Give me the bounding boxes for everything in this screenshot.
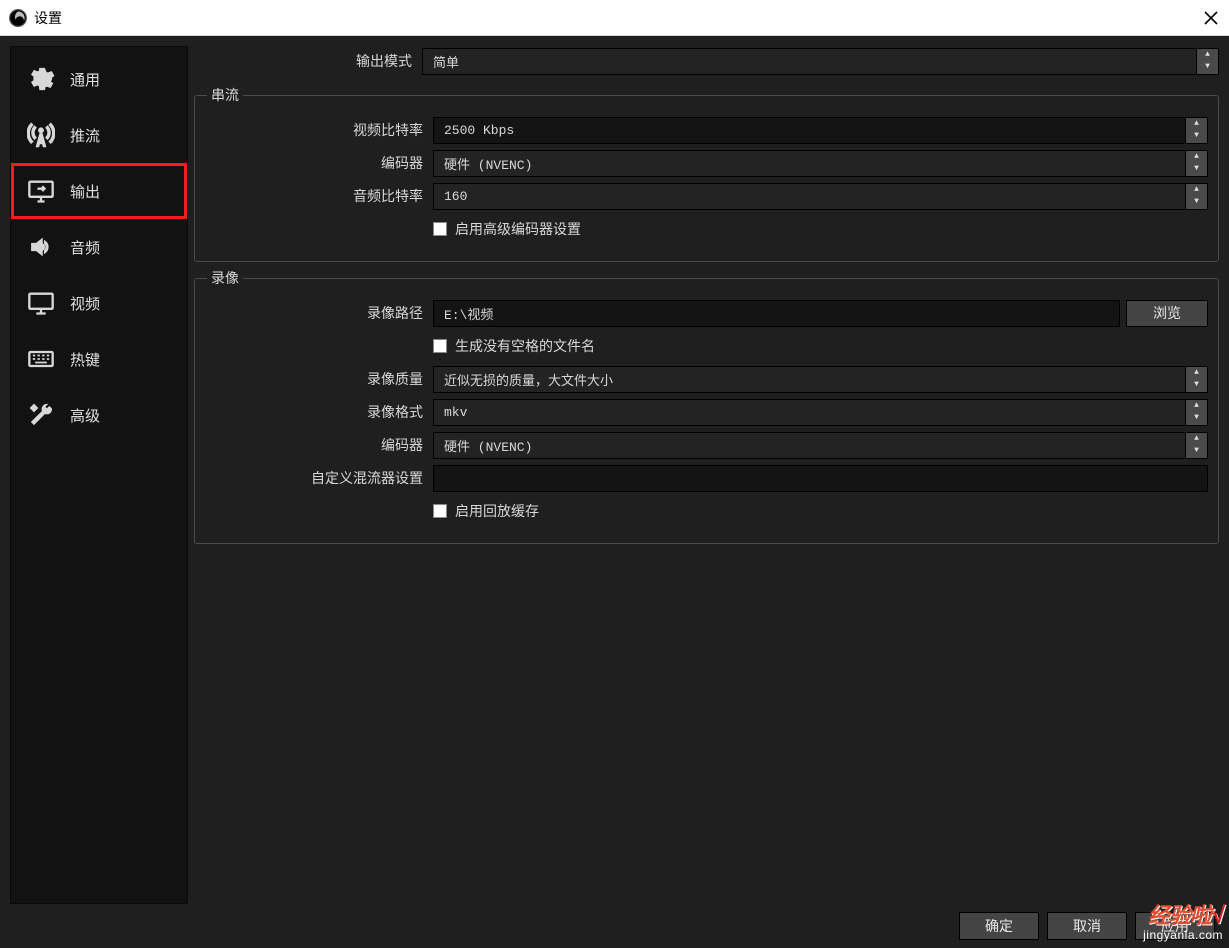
keyboard-icon: [26, 344, 56, 374]
select-value: mkv: [444, 405, 467, 420]
output-mode-label: 输出模式: [194, 51, 422, 71]
recording-format-select[interactable]: mkv ▲ ▼: [433, 399, 1208, 426]
encoder-select[interactable]: 硬件 (NVENC) ▲ ▼: [433, 150, 1208, 177]
checkbox-label: 生成没有空格的文件名: [455, 336, 595, 356]
output-mode-select[interactable]: 简单 ▲ ▼: [422, 48, 1219, 75]
monitor-output-icon: [26, 176, 56, 206]
sidebar-label: 高级: [70, 405, 100, 426]
chevron-down-icon[interactable]: ▼: [1197, 61, 1218, 74]
select-stepper[interactable]: ▲ ▼: [1185, 367, 1207, 392]
recording-encoder-label: 编码器: [205, 435, 433, 455]
checkbox-label: 启用高级编码器设置: [455, 219, 581, 239]
chevron-up-icon[interactable]: ▲: [1186, 151, 1207, 164]
sidebar-label: 通用: [70, 69, 100, 90]
select-stepper[interactable]: ▲ ▼: [1185, 433, 1207, 458]
apply-button[interactable]: 应用: [1135, 912, 1215, 940]
video-bitrate-label: 视频比特率: [205, 120, 433, 140]
titlebar: 设置: [0, 0, 1229, 36]
enable-advanced-encoder-checkbox[interactable]: 启用高级编码器设置: [433, 219, 581, 239]
sidebar-item-audio[interactable]: 音频: [11, 219, 187, 275]
select-value: 简单: [433, 52, 459, 71]
chevron-down-icon[interactable]: ▼: [1186, 130, 1207, 143]
chevron-down-icon[interactable]: ▼: [1186, 196, 1207, 209]
close-button[interactable]: [1201, 8, 1221, 28]
input-value: 2500 Kbps: [444, 123, 514, 138]
ok-button[interactable]: 确定: [959, 912, 1039, 940]
muxer-settings-label: 自定义混流器设置: [205, 468, 433, 488]
sidebar-item-video[interactable]: 视频: [11, 275, 187, 331]
select-value: 近似无损的质量，大文件大小: [444, 370, 613, 389]
chevron-down-icon[interactable]: ▼: [1186, 379, 1207, 392]
sidebar-item-stream[interactable]: 推流: [11, 107, 187, 163]
audio-bitrate-label: 音频比特率: [205, 186, 433, 206]
sidebar-item-general[interactable]: 通用: [11, 51, 187, 107]
muxer-settings-input[interactable]: [433, 465, 1208, 492]
antenna-icon: [26, 120, 56, 150]
sidebar-item-output[interactable]: 输出: [11, 163, 187, 219]
input-value: E:\视频: [444, 304, 493, 323]
recording-path-label: 录像路径: [205, 303, 433, 323]
sidebar: 通用 推流 输出 音频 视频: [10, 46, 188, 904]
recording-quality-label: 录像质量: [205, 369, 433, 389]
content-panel: 输出模式 简单 ▲ ▼ 串流 视频比特率 2500 Kbps: [194, 46, 1219, 904]
encoder-label: 编码器: [205, 153, 433, 173]
select-stepper[interactable]: ▲ ▼: [1196, 49, 1218, 74]
recording-encoder-select[interactable]: 硬件 (NVENC) ▲ ▼: [433, 432, 1208, 459]
chevron-up-icon[interactable]: ▲: [1186, 367, 1207, 380]
sidebar-label: 视频: [70, 293, 100, 314]
recording-path-input[interactable]: E:\视频: [433, 300, 1120, 327]
chevron-up-icon[interactable]: ▲: [1186, 433, 1207, 446]
select-stepper[interactable]: ▲ ▼: [1185, 184, 1207, 209]
gear-icon: [26, 64, 56, 94]
chevron-up-icon[interactable]: ▲: [1186, 184, 1207, 197]
select-value: 硬件 (NVENC): [444, 436, 532, 455]
checkbox-icon: [433, 222, 447, 236]
sidebar-label: 音频: [70, 237, 100, 258]
checkbox-icon: [433, 504, 447, 518]
streaming-group: 串流 视频比特率 2500 Kbps ▲ ▼ 编码器: [194, 85, 1219, 262]
chevron-up-icon[interactable]: ▲: [1186, 118, 1207, 131]
select-value: 160: [444, 189, 467, 204]
audio-bitrate-select[interactable]: 160 ▲ ▼: [433, 183, 1208, 210]
cancel-button[interactable]: 取消: [1047, 912, 1127, 940]
sidebar-label: 热键: [70, 349, 100, 370]
recording-group: 录像 录像路径 E:\视频 浏览 生成没有空格的文件名: [194, 268, 1219, 544]
sidebar-label: 输出: [70, 181, 100, 202]
checkbox-icon: [433, 339, 447, 353]
video-bitrate-input[interactable]: 2500 Kbps ▲ ▼: [433, 117, 1208, 144]
select-stepper[interactable]: ▲ ▼: [1185, 151, 1207, 176]
browse-button[interactable]: 浏览: [1126, 300, 1208, 327]
tools-icon: [26, 400, 56, 430]
select-stepper[interactable]: ▲ ▼: [1185, 400, 1207, 425]
speaker-icon: [26, 232, 56, 262]
obs-logo-icon: [8, 8, 28, 28]
monitor-icon: [26, 288, 56, 318]
chevron-down-icon[interactable]: ▼: [1186, 412, 1207, 425]
sidebar-item-hotkeys[interactable]: 热键: [11, 331, 187, 387]
sidebar-label: 推流: [70, 125, 100, 146]
recording-quality-select[interactable]: 近似无损的质量，大文件大小 ▲ ▼: [433, 366, 1208, 393]
chevron-up-icon[interactable]: ▲: [1197, 49, 1218, 62]
dialog-footer: 确定 取消 应用: [0, 904, 1229, 948]
sidebar-item-advanced[interactable]: 高级: [11, 387, 187, 443]
spinner[interactable]: ▲ ▼: [1185, 118, 1207, 143]
chevron-up-icon[interactable]: ▲: [1186, 400, 1207, 413]
generate-no-space-filename-checkbox[interactable]: 生成没有空格的文件名: [433, 336, 595, 356]
enable-replay-buffer-checkbox[interactable]: 启用回放缓存: [433, 501, 539, 521]
chevron-down-icon[interactable]: ▼: [1186, 445, 1207, 458]
checkbox-label: 启用回放缓存: [455, 501, 539, 521]
group-title: 串流: [207, 85, 243, 105]
select-value: 硬件 (NVENC): [444, 154, 532, 173]
chevron-down-icon[interactable]: ▼: [1186, 163, 1207, 176]
group-title: 录像: [207, 268, 243, 288]
recording-format-label: 录像格式: [205, 402, 433, 422]
window-title: 设置: [34, 8, 62, 28]
